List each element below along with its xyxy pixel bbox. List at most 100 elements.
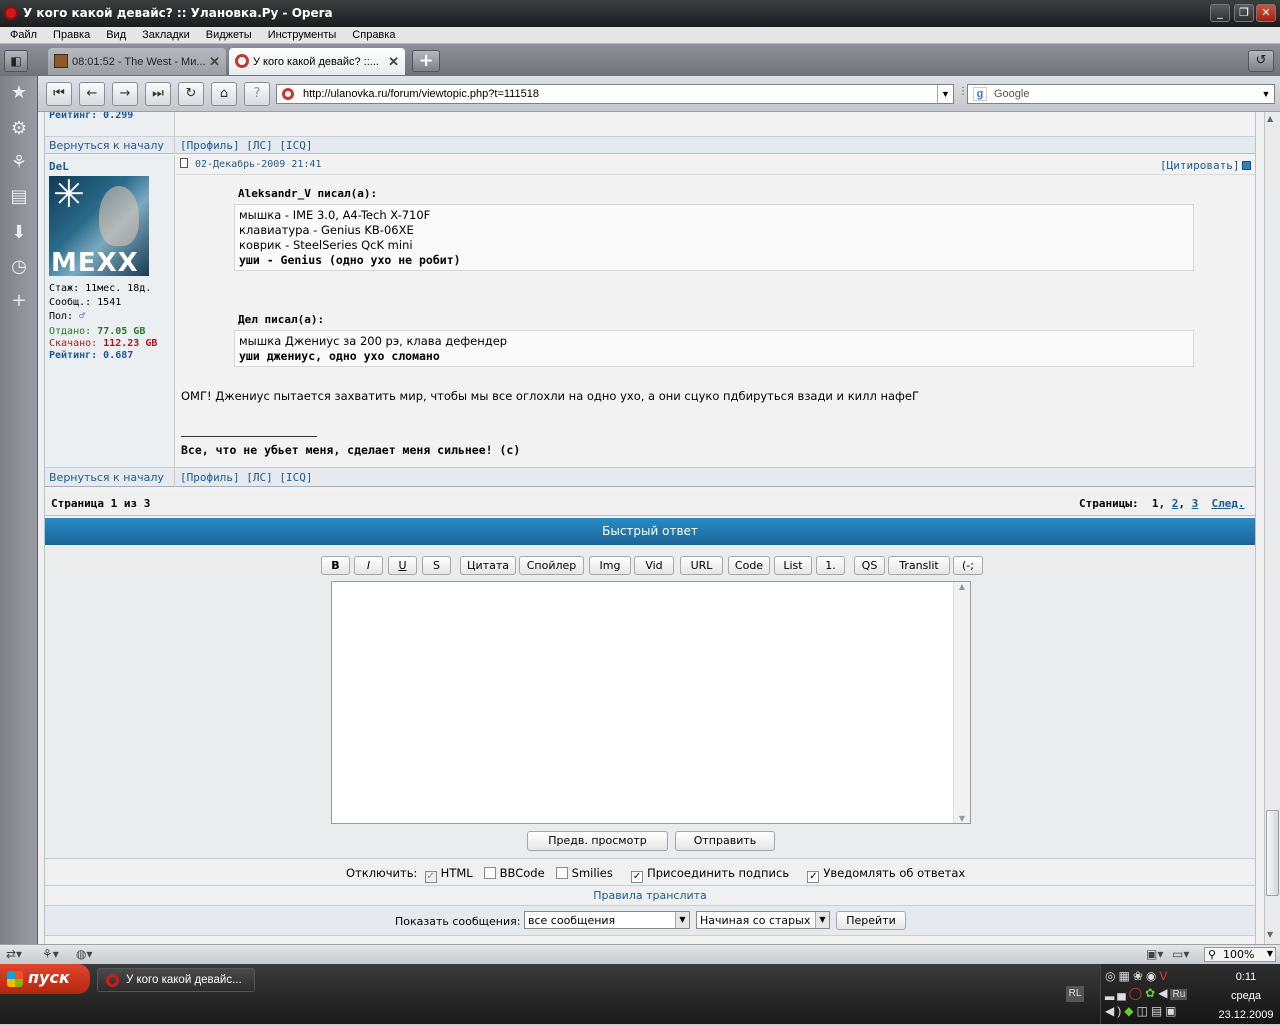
tray-app-icon[interactable]: ❀ — [1133, 969, 1146, 983]
taskbar-opera-window[interactable]: У кого какой девайс... — [97, 968, 255, 992]
profile-links[interactable]: [Профиль] [ЛС] [ICQ] — [180, 139, 312, 152]
minimize-button[interactable]: _ — [1210, 4, 1230, 22]
page-link-3[interactable]: 3 — [1192, 497, 1199, 510]
add-panel-icon[interactable]: + — [7, 288, 31, 314]
security-info-icon[interactable]: ? — [244, 82, 270, 106]
quick-selection-button[interactable]: QS — [854, 556, 885, 575]
forward-button[interactable]: → — [112, 82, 138, 106]
notify-checkbox[interactable]: ✓ — [807, 871, 820, 883]
toolbar-splitter-icon[interactable]: ⋮ — [958, 86, 968, 102]
menu-tools[interactable]: Инструменты — [268, 27, 337, 43]
menu-edit[interactable]: Правка — [53, 27, 90, 43]
widgets-panel-icon[interactable]: ⚙ — [7, 116, 31, 142]
underline-button[interactable]: U — [388, 556, 417, 575]
show-images-icon[interactable]: ▣▾ — [1146, 947, 1163, 961]
bookmarks-panel-icon[interactable]: ★ — [7, 80, 31, 106]
textarea-scrollbar[interactable]: ▲ ▼ — [953, 582, 970, 823]
profile-links[interactable]: [Профиль] [ЛС] [ICQ] — [180, 471, 312, 484]
back-to-top-link[interactable]: Вернуться к началу — [49, 471, 164, 484]
list-button[interactable]: List — [774, 556, 812, 575]
preview-button[interactable]: Предв. просмотр — [527, 831, 668, 851]
submit-button[interactable]: Отправить — [675, 831, 775, 851]
close-tab-icon[interactable]: ✕ — [388, 54, 399, 70]
history-panel-icon[interactable]: ◷ — [7, 254, 31, 280]
tray-opera-icon[interactable]: ◯ — [1129, 986, 1145, 1000]
go-button[interactable]: Перейти — [836, 911, 906, 930]
menu-help[interactable]: Справка — [352, 27, 395, 43]
unite-status-icon[interactable]: ⚘▾ — [42, 947, 59, 961]
bbcode-checkbox[interactable] — [483, 867, 496, 879]
post-marker-icon[interactable] — [1242, 161, 1251, 170]
rewind-button[interactable]: ⏮ — [46, 82, 72, 106]
tray-printer-icon[interactable]: ▤ — [1151, 1004, 1165, 1018]
html-checkbox[interactable]: ✓ — [424, 871, 437, 883]
menu-view[interactable]: Вид — [106, 27, 126, 43]
tray-app-icon[interactable]: ◉ — [1146, 969, 1159, 983]
menu-widgets[interactable]: Виджеты — [206, 27, 252, 43]
turbo-status-icon[interactable]: ◍▾ — [76, 947, 93, 961]
tray-icq-icon[interactable]: ✿ — [1145, 986, 1158, 1000]
view-mode-icon[interactable]: ▭▾ — [1172, 947, 1189, 961]
back-to-top-link[interactable]: Вернуться к началу — [49, 139, 164, 152]
page-scrollbar[interactable]: ▲ ▼ — [1264, 112, 1280, 944]
panel-toggle-icon[interactable]: ◧ — [4, 50, 28, 72]
spoiler-button[interactable]: Спойлер — [519, 556, 584, 575]
smilies-button[interactable]: (-; — [953, 556, 983, 575]
search-dropdown-icon[interactable]: ▼ — [1258, 85, 1274, 103]
url-button[interactable]: URL — [680, 556, 723, 575]
tray-signal-icon[interactable]: ▂▄ — [1105, 986, 1129, 1000]
address-field[interactable]: http://ulanovka.ru/forum/viewtopic.php?t… — [276, 84, 954, 104]
zoom-control[interactable]: ⚲ 100% ▼ — [1204, 947, 1276, 962]
close-tab-icon[interactable]: ✕ — [209, 54, 220, 70]
img-button[interactable]: Img — [589, 556, 631, 575]
home-button[interactable]: ⌂ — [211, 82, 237, 106]
message-textarea[interactable]: ▲ ▼ — [331, 581, 971, 824]
tray-antivirus-icon[interactable]: V — [1159, 969, 1170, 983]
video-button[interactable]: Vid — [634, 556, 674, 575]
clock[interactable]: 0:11 среда 23.12.2009 — [1211, 968, 1280, 1025]
tray-volume-icon[interactable]: ◀) — [1105, 1004, 1124, 1018]
messages-filter-select[interactable]: все сообщения ▼ — [524, 911, 690, 929]
page-link-2[interactable]: 2 — [1172, 497, 1179, 510]
close-window-button[interactable]: ✕ — [1256, 4, 1276, 22]
scroll-thumb[interactable] — [1266, 810, 1279, 896]
tray-app-icon[interactable]: ◎ — [1105, 969, 1118, 983]
tray-app-icon[interactable]: ▣ — [1165, 1004, 1179, 1018]
maximize-button[interactable]: ❐ — [1234, 4, 1254, 22]
new-tab-button[interactable]: + — [412, 50, 440, 72]
translit-rules-link[interactable]: Правила транслита — [593, 889, 707, 902]
italic-button[interactable]: I — [354, 556, 383, 575]
downloads-panel-icon[interactable]: ⬇ — [7, 220, 31, 246]
tab-the-west[interactable]: 08:01:52 - The West - Ми... ✕ — [48, 48, 226, 75]
tools-icon[interactable]: ⇄▾ — [6, 947, 22, 961]
language-indicator[interactable]: RL — [1066, 986, 1084, 1002]
unite-panel-icon[interactable]: ⚘ — [7, 150, 31, 176]
trash-closed-tabs-icon[interactable]: ↺ — [1248, 50, 1274, 72]
menu-file[interactable]: Файл — [10, 27, 37, 43]
attach-signature-checkbox[interactable]: ✓ — [631, 871, 644, 883]
translit-button[interactable]: Translit — [888, 556, 950, 575]
tray-lang-icon[interactable]: Ru — [1170, 989, 1188, 1000]
back-button[interactable]: ← — [79, 82, 105, 106]
fast-forward-button[interactable]: ⏭ — [145, 82, 171, 106]
quote-tag-button[interactable]: Цитата — [460, 556, 516, 575]
post-author-name[interactable]: DeL — [49, 160, 69, 173]
scroll-down-icon[interactable]: ▼ — [1267, 930, 1273, 939]
strike-button[interactable]: S — [422, 556, 451, 575]
start-button[interactable]: пуск — [0, 964, 90, 994]
bold-button[interactable]: B — [321, 556, 350, 575]
code-button[interactable]: Code — [728, 556, 770, 575]
search-field[interactable]: g Google ▼ — [967, 84, 1275, 104]
tray-app-icon[interactable]: ◀ — [1158, 986, 1170, 1000]
address-dropdown-icon[interactable]: ▼ — [937, 85, 953, 103]
sort-order-select[interactable]: Начиная со старых ▼ — [696, 911, 830, 929]
scroll-down-icon[interactable]: ▼ — [954, 814, 970, 823]
tray-app-icon[interactable]: ◫ — [1136, 1004, 1150, 1018]
menu-bookmarks[interactable]: Закладки — [142, 27, 190, 43]
scroll-up-icon[interactable]: ▲ — [954, 582, 970, 591]
numbered-list-button[interactable]: 1. — [816, 556, 845, 575]
tray-nvidia-icon[interactable]: ◆ — [1124, 1004, 1136, 1018]
notes-panel-icon[interactable]: ▤ — [7, 184, 31, 210]
reload-button[interactable]: ↻ — [178, 82, 204, 106]
tab-active-forum[interactable]: У кого какой девайс? ::... ✕ — [229, 48, 405, 75]
